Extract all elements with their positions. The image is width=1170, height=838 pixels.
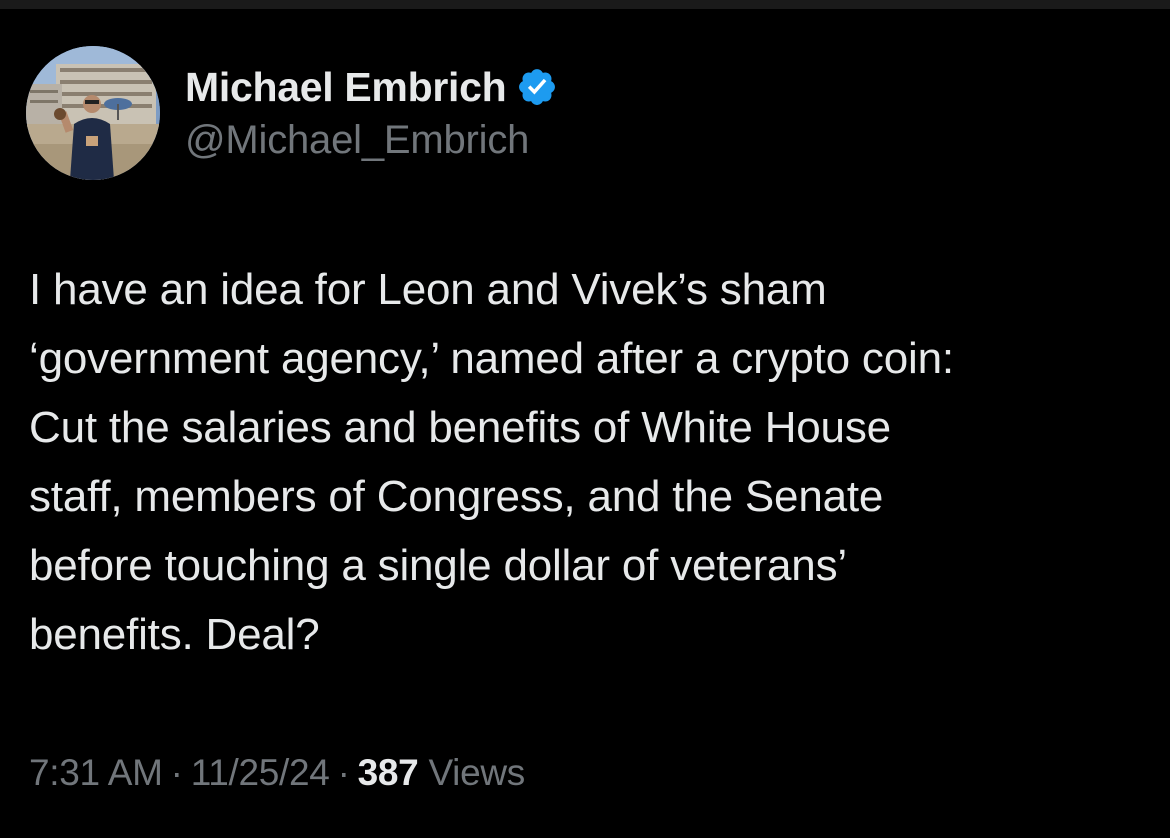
name-row: Michael Embrich	[185, 62, 558, 112]
meta-separator: ·	[170, 752, 183, 793]
tweet-time[interactable]: 7:31 AM	[29, 752, 163, 793]
tweet-text-line: Cut the salaries and benefits of White H…	[29, 403, 891, 452]
tweet-text-line: benefits. Deal?	[29, 610, 320, 659]
tweet-meta: 7:31 AM · 11/25/24 · 387 Views	[29, 752, 525, 794]
author-display-name[interactable]: Michael Embrich	[185, 64, 507, 111]
meta-separator: ·	[337, 752, 350, 793]
tweet-text-line: I have an idea for Leon and Vivek’s sham	[29, 265, 827, 314]
tweet-views[interactable]: 387 Views	[357, 752, 526, 793]
views-label: Views	[428, 752, 525, 793]
author-handle[interactable]: @Michael_Embrich	[185, 118, 558, 163]
tweet-text-line: before touching a single dollar of veter…	[29, 541, 847, 590]
avatar[interactable]	[26, 46, 160, 180]
top-bar	[0, 0, 1170, 9]
tweet-date[interactable]: 11/25/24	[191, 752, 330, 793]
tweet-text-line: ‘government agency,’ named after a crypt…	[29, 334, 954, 383]
tweet-text: I have an idea for Leon and Vivek’s sham…	[29, 255, 1139, 669]
verified-badge-icon[interactable]	[516, 66, 558, 108]
views-count: 387	[357, 752, 419, 793]
tweet-author: Michael Embrich @Michael_Embrich	[185, 62, 558, 163]
tweet-text-line: staff, members of Congress, and the Sena…	[29, 472, 884, 521]
avatar-photo	[26, 46, 160, 180]
